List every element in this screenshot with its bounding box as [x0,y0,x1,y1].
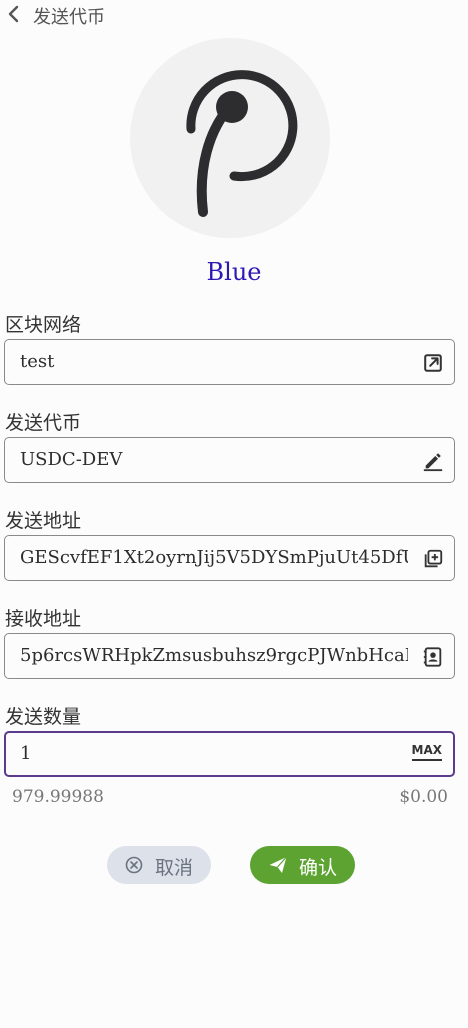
network-field[interactable]: test [4,339,455,385]
token-label: 发送代币 [5,412,82,434]
token-name: Blue [206,258,262,286]
amount-field[interactable]: 1 MAX [4,731,455,777]
token-avatar [130,38,330,238]
contacts-icon[interactable] [422,646,444,668]
cancel-button[interactable]: 取消 [107,846,211,884]
token-logo-icon [186,70,298,217]
max-button[interactable]: MAX [411,743,442,761]
to-address-field[interactable]: 5p6rcsWRHpkZmsusbuhsz9rgcPJWnbHcaDL [4,633,455,679]
confirm-label: 确认 [299,857,338,879]
cancel-circle-icon [125,856,143,874]
to-address-value: 5p6rcsWRHpkZmsusbuhsz9rgcPJWnbHcaDL [20,645,408,666]
amount-value: 1 [20,743,32,764]
from-address-label: 发送地址 [5,510,82,532]
cancel-label: 取消 [155,857,194,879]
add-copy-icon[interactable] [422,548,444,570]
amount-label: 发送数量 [5,706,82,728]
open-external-icon[interactable] [422,352,444,374]
fiat-value: $0.00 [399,787,448,807]
edit-icon[interactable] [422,450,444,472]
back-arrow-icon[interactable] [4,4,24,24]
network-value: test [20,351,55,372]
confirm-button[interactable]: 确认 [250,846,355,884]
token-field[interactable]: USDC-DEV [4,437,455,483]
token-value: USDC-DEV [20,449,123,470]
page-title: 发送代币 [33,7,105,28]
available-balance: 979.99988 [12,787,104,807]
from-address-value: GEScvfEF1Xt2oyrnJij5V5DYSmPjuUt45DfUs3 [20,547,408,568]
from-address-field[interactable]: GEScvfEF1Xt2oyrnJij5V5DYSmPjuUt45DfUs3 [4,535,455,581]
send-icon [269,856,287,873]
network-label: 区块网络 [5,314,82,336]
to-address-label: 接收地址 [5,608,82,630]
header: 发送代币 [0,0,468,30]
